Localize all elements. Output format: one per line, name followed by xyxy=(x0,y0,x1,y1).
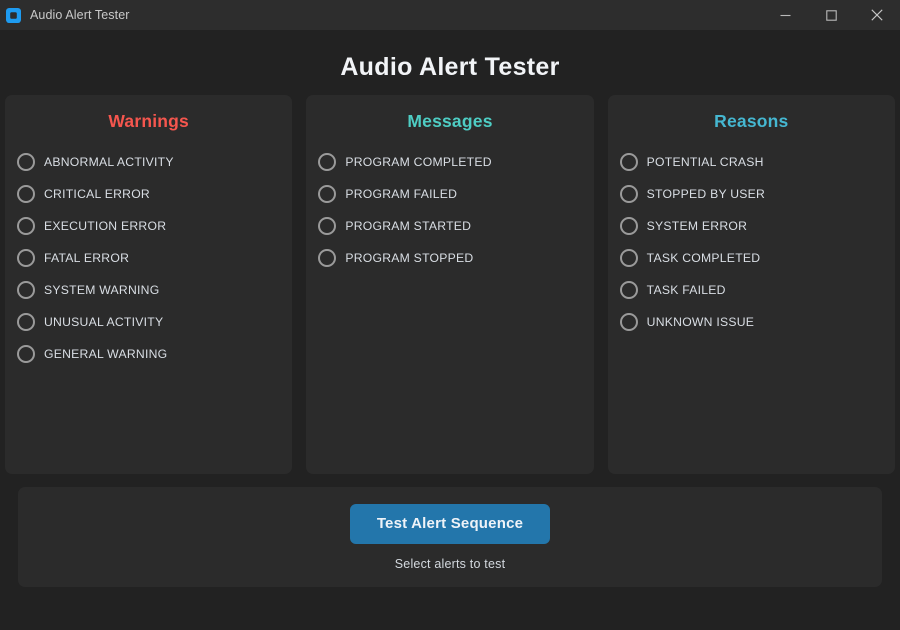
alert-option-label: GENERAL WARNING xyxy=(44,347,168,361)
alert-option-label: CRITICAL ERROR xyxy=(44,187,150,201)
alert-option-row[interactable]: CRITICAL ERROR xyxy=(5,178,292,210)
alert-option-label: PROGRAM STOPPED xyxy=(345,251,474,265)
radio-button-icon[interactable] xyxy=(17,313,35,331)
window-controls xyxy=(762,0,900,30)
maximize-icon[interactable] xyxy=(808,0,854,30)
alert-option-row[interactable]: ABNORMAL ACTIVITY xyxy=(5,146,292,178)
radio-button-icon[interactable] xyxy=(619,249,638,267)
window-title: Audio Alert Tester xyxy=(30,8,130,22)
alert-option-label: PROGRAM FAILED xyxy=(345,187,458,201)
alert-option-row[interactable]: PROGRAM STARTED xyxy=(306,210,593,242)
radio-button-icon[interactable] xyxy=(17,345,35,363)
close-icon[interactable] xyxy=(854,0,900,30)
alert-option-label: POTENTIAL CRASH xyxy=(646,155,764,169)
alert-option-label: UNKNOWN ISSUE xyxy=(646,315,755,329)
app-window: Audio Alert Tester Audio Alert Tester Wa… xyxy=(0,0,900,630)
category-panel-reasons: Reasons POTENTIAL CRASH STOPPED BY USER SYS… xyxy=(607,95,895,474)
alert-option-row[interactable]: SYSTEM ERROR xyxy=(608,210,895,242)
title-bar-left: Audio Alert Tester xyxy=(0,7,130,24)
radio-button-icon[interactable] xyxy=(318,249,337,267)
alert-option-label: ABNORMAL ACTIVITY xyxy=(44,155,174,169)
category-columns: Warnings ABNORMAL ACTIVITY CRITICAL ERROR E… xyxy=(0,85,900,474)
radio-button-icon[interactable] xyxy=(318,217,337,235)
radio-button-icon[interactable] xyxy=(17,249,35,267)
alert-option-label: FATAL ERROR xyxy=(44,251,130,265)
option-list: ABNORMAL ACTIVITY CRITICAL ERROR EXECUTION… xyxy=(5,146,292,370)
alert-option-row[interactable]: UNUSUAL ACTIVITY xyxy=(5,306,292,338)
category-panel-warnings: Warnings ABNORMAL ACTIVITY CRITICAL ERROR E… xyxy=(5,95,293,474)
radio-button-icon[interactable] xyxy=(619,313,638,331)
alert-option-row[interactable]: PROGRAM COMPLETED xyxy=(306,146,593,178)
alert-option-label: STOPPED BY USER xyxy=(646,187,766,201)
alert-option-label: TASK COMPLETED xyxy=(646,251,761,265)
category-title: Messages xyxy=(407,111,493,131)
alert-option-row[interactable]: GENERAL WARNING xyxy=(5,338,292,370)
title-bar: Audio Alert Tester xyxy=(0,0,900,30)
alert-option-row[interactable]: SYSTEM WARNING xyxy=(5,274,292,306)
alert-option-label: PROGRAM STARTED xyxy=(345,219,472,233)
test-alert-sequence-button[interactable]: Test Alert Sequence xyxy=(350,503,550,544)
alert-option-row[interactable]: PROGRAM FAILED xyxy=(306,178,593,210)
alert-option-row[interactable]: EXECUTION ERROR xyxy=(5,210,292,242)
alert-option-label: SYSTEM ERROR xyxy=(646,219,748,233)
alert-option-row[interactable]: UNKNOWN ISSUE xyxy=(608,306,895,338)
option-list: POTENTIAL CRASH STOPPED BY USER SYSTEM ERR… xyxy=(608,146,895,338)
radio-button-icon[interactable] xyxy=(318,185,337,203)
category-title: Warnings xyxy=(108,111,189,131)
alert-option-row[interactable]: POTENTIAL CRASH xyxy=(608,146,895,178)
alert-option-row[interactable]: FATAL ERROR xyxy=(5,242,292,274)
status-text: Select alerts to test xyxy=(394,556,506,571)
radio-button-icon[interactable] xyxy=(619,217,638,235)
radio-button-icon[interactable] xyxy=(619,281,638,299)
category-title: Reasons xyxy=(714,111,789,131)
alert-option-label: SYSTEM WARNING xyxy=(44,283,160,297)
page-title: Audio Alert Tester xyxy=(340,53,560,81)
option-list: PROGRAM COMPLETED PROGRAM FAILED PROGRAM S… xyxy=(306,146,593,274)
radio-button-icon[interactable] xyxy=(17,281,35,299)
alert-option-row[interactable]: PROGRAM STOPPED xyxy=(306,242,593,274)
alert-option-label: PROGRAM COMPLETED xyxy=(345,155,492,169)
radio-button-icon[interactable] xyxy=(619,153,638,171)
radio-button-icon[interactable] xyxy=(318,153,337,171)
radio-button-icon[interactable] xyxy=(17,185,35,203)
action-panel: Test Alert Sequence Select alerts to tes… xyxy=(18,487,882,587)
alert-option-label: EXECUTION ERROR xyxy=(44,219,167,233)
alert-option-label: UNUSUAL ACTIVITY xyxy=(44,315,164,329)
minimize-icon[interactable] xyxy=(762,0,808,30)
alert-option-row[interactable]: TASK FAILED xyxy=(608,274,895,306)
radio-button-icon[interactable] xyxy=(17,153,35,171)
alert-option-row[interactable]: TASK COMPLETED xyxy=(608,242,895,274)
category-panel-messages: Messages PROGRAM COMPLETED PROGRAM FAILED P… xyxy=(306,95,594,474)
radio-button-icon[interactable] xyxy=(17,217,35,235)
alert-option-row[interactable]: STOPPED BY USER xyxy=(608,178,895,210)
footer-area: Test Alert Sequence Select alerts to tes… xyxy=(0,474,900,599)
app-logo-icon xyxy=(5,7,22,24)
radio-button-icon[interactable] xyxy=(619,185,638,203)
alert-option-label: TASK FAILED xyxy=(646,283,726,297)
